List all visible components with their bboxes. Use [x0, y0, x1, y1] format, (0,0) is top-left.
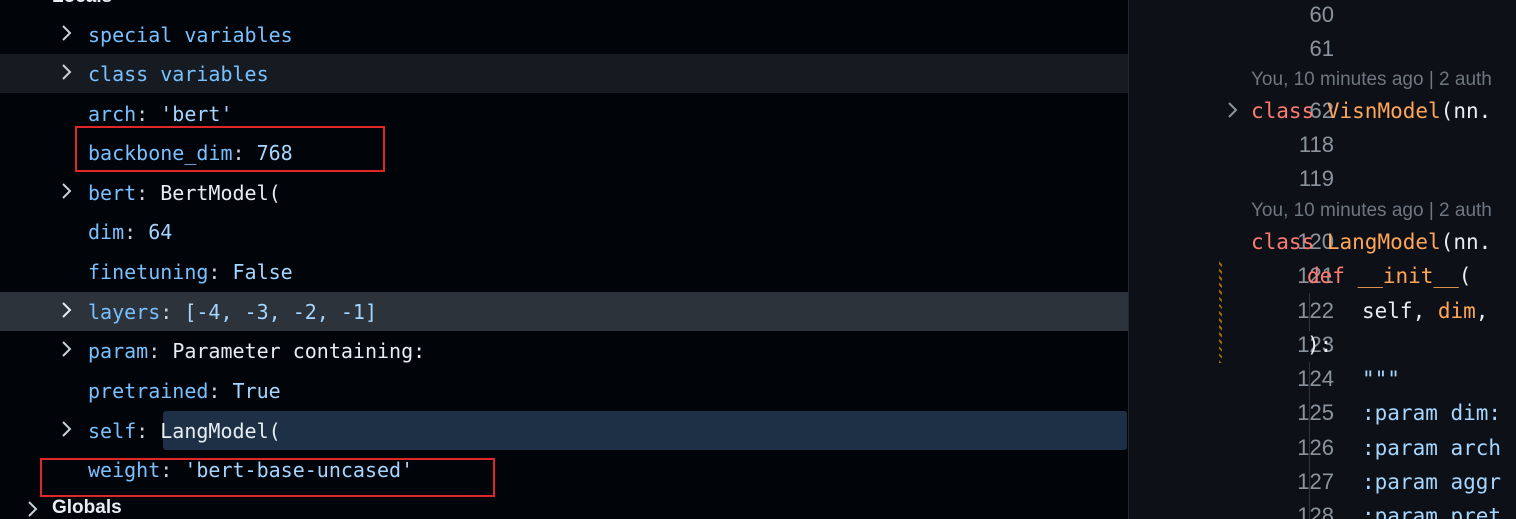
variable-value: LangModel(: [160, 419, 281, 443]
variable-name: pretrained: [88, 379, 209, 403]
annotation-box-backbone-dim: [75, 126, 385, 172]
separator: :: [136, 102, 161, 126]
line-number: 60: [1309, 2, 1334, 27]
line-number: 128: [1297, 503, 1334, 519]
variable-row-finetuning[interactable]: finetuning: False: [0, 252, 1128, 291]
variable-row-pretrained[interactable]: pretrained: True: [0, 371, 1128, 410]
separator: :: [136, 419, 161, 443]
chevron-right-icon[interactable]: [58, 336, 76, 362]
separator: :: [136, 181, 161, 205]
line-number: 127: [1297, 469, 1334, 494]
line-number: 126: [1297, 435, 1334, 460]
variable-row-dim[interactable]: dim: 64: [0, 212, 1128, 251]
code-line-127: :param aggr: [1362, 470, 1502, 494]
fold-chevron-icon[interactable]: [1225, 97, 1241, 128]
diff-modified-indicator[interactable]: [1219, 259, 1222, 363]
variable-value: 64: [148, 220, 173, 244]
variable-name: special variables: [88, 23, 293, 47]
variables-panel: Locals special variables class variables…: [0, 0, 1128, 519]
locals-header[interactable]: Locals: [52, 0, 112, 8]
line-number: 122: [1297, 298, 1334, 323]
variable-value: True: [232, 379, 281, 403]
separator: :: [208, 260, 233, 284]
line-number: 119: [1298, 166, 1334, 191]
line-number: 118: [1298, 132, 1334, 157]
variable-name: param: [88, 339, 149, 363]
variable-row-layers[interactable]: layers: [-4, -3, -2, -1]: [0, 292, 1128, 331]
code-line-124: """: [1362, 367, 1400, 391]
variable-row-self[interactable]: self: LangModel(: [0, 411, 1128, 450]
variable-row-special-variables[interactable]: special variables: [0, 15, 1128, 54]
variable-value: 'bert': [160, 102, 233, 126]
chevron-right-icon[interactable]: [58, 416, 76, 442]
variable-value: Parameter containing:: [172, 339, 426, 363]
blame-annotation[interactable]: You, 10 minutes ago | 2 auth: [1251, 69, 1492, 91]
variable-value: BertModel(: [160, 181, 281, 205]
code-line-122: self, dim,: [1362, 299, 1489, 323]
code-editor[interactable]: 60 61 You, 10 minutes ago | 2 auth 62 cl…: [1129, 0, 1516, 519]
annotation-box-weight: [40, 458, 495, 497]
code-line-125: :param dim:: [1362, 401, 1502, 425]
separator: :: [124, 220, 149, 244]
variable-value: [-4, -3, -2, -1]: [184, 300, 377, 324]
code-line-126: :param arch: [1362, 436, 1502, 460]
variable-row-param[interactable]: param: Parameter containing:: [0, 331, 1128, 370]
separator: :: [148, 339, 173, 363]
variable-row-class-variables[interactable]: class variables: [0, 54, 1128, 93]
indent-guide: [1309, 293, 1310, 331]
blame-annotation[interactable]: You, 10 minutes ago | 2 auth: [1251, 200, 1492, 222]
line-number: 124: [1297, 366, 1334, 391]
variable-row-bert[interactable]: bert: BertModel(: [0, 173, 1128, 212]
indent-guide: [1309, 362, 1310, 519]
line-number: 125: [1297, 400, 1334, 425]
chevron-right-icon[interactable]: [24, 497, 42, 519]
code-line-128: :param pret: [1362, 504, 1502, 519]
variable-name: bert: [88, 181, 137, 205]
code-line-123: ):: [1307, 333, 1333, 357]
variable-name: dim: [88, 220, 125, 244]
variable-name: self: [88, 419, 137, 443]
separator: :: [160, 300, 185, 324]
variable-name: class variables: [88, 62, 269, 86]
variable-name: arch: [88, 102, 137, 126]
chevron-right-icon[interactable]: [58, 178, 76, 204]
code-line-120: class LangModel(nn.: [1251, 230, 1492, 254]
variable-value: False: [232, 260, 293, 284]
code-line-62: class VisnModel(nn.: [1251, 99, 1492, 123]
globals-header[interactable]: Globals: [52, 497, 122, 519]
variable-name: finetuning: [88, 260, 209, 284]
chevron-right-icon[interactable]: [58, 297, 76, 323]
separator: :: [208, 379, 233, 403]
chevron-right-icon[interactable]: [58, 20, 76, 46]
line-number: 61: [1309, 36, 1334, 61]
variable-name: layers: [88, 300, 161, 324]
chevron-right-icon[interactable]: [58, 59, 76, 85]
code-line-121: def __init__(: [1307, 264, 1472, 288]
